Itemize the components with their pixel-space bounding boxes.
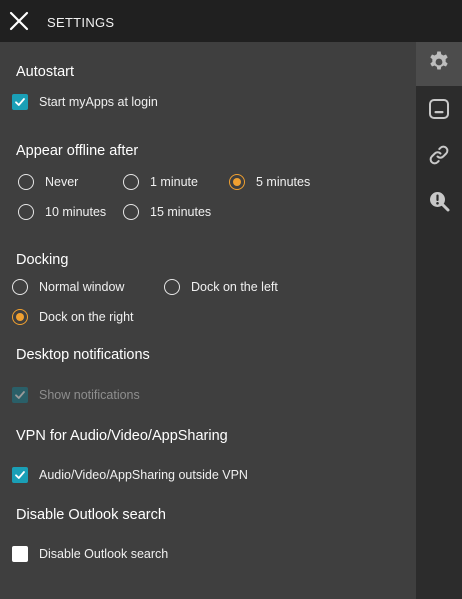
offline-option-never[interactable]: Never — [18, 174, 78, 190]
title-bar: SETTINGS — [0, 0, 462, 42]
docking-option-normal-window[interactable]: Normal window — [12, 279, 124, 295]
sidebar-item-settings[interactable] — [416, 42, 462, 86]
chat-window-icon — [427, 97, 451, 126]
settings-sidebar — [416, 42, 462, 599]
checkbox-unchecked-icon — [12, 546, 28, 562]
show-notifications-label: Show notifications — [39, 388, 140, 402]
docking-option-dock-left[interactable]: Dock on the left — [164, 279, 278, 295]
radio-icon — [164, 279, 180, 295]
checkbox-checked-icon — [12, 467, 28, 483]
search-info-icon — [427, 189, 451, 218]
radio-icon — [123, 204, 139, 220]
radio-selected-icon — [12, 309, 28, 325]
desktop-notifications-heading: Desktop notifications — [16, 347, 150, 363]
show-notifications-checkbox: Show notifications — [12, 387, 140, 403]
offline-option-10-minutes[interactable]: 10 minutes — [18, 204, 106, 220]
appear-offline-heading: Appear offline after — [16, 143, 139, 159]
offline-option-15-minutes[interactable]: 15 minutes — [123, 204, 211, 220]
sidebar-item-links[interactable] — [416, 135, 462, 179]
start-at-login-checkbox[interactable]: Start myApps at login — [12, 94, 158, 110]
docking-option-label: Dock on the left — [191, 280, 278, 294]
av-outside-vpn-checkbox[interactable]: Audio/Video/AppSharing outside VPN — [12, 467, 248, 483]
start-at-login-label: Start myApps at login — [39, 95, 158, 109]
checkbox-checked-icon — [12, 94, 28, 110]
sidebar-item-search-info[interactable] — [416, 181, 462, 225]
checkbox-checked-icon — [12, 387, 28, 403]
gear-icon — [427, 50, 451, 79]
offline-option-1-minute[interactable]: 1 minute — [123, 174, 198, 190]
docking-option-label: Normal window — [39, 280, 125, 294]
radio-selected-icon — [229, 174, 245, 190]
disable-outlook-search-label: Disable Outlook search — [39, 547, 169, 561]
docking-heading: Docking — [16, 252, 69, 268]
offline-option-5-minutes[interactable]: 5 minutes — [229, 174, 310, 190]
close-icon[interactable] — [8, 10, 30, 32]
radio-icon — [18, 204, 34, 220]
radio-icon — [18, 174, 34, 190]
link-icon — [427, 143, 451, 172]
settings-panel: Autostart Start myApps at login Appear o… — [0, 42, 416, 599]
disable-outlook-heading: Disable Outlook search — [16, 507, 166, 523]
offline-option-label: 15 minutes — [150, 205, 212, 219]
offline-option-label: 5 minutes — [256, 175, 311, 189]
autostart-heading: Autostart — [16, 64, 75, 80]
offline-option-label: 1 minute — [150, 175, 198, 189]
av-outside-vpn-label: Audio/Video/AppSharing outside VPN — [39, 468, 248, 482]
docking-option-dock-right[interactable]: Dock on the right — [12, 309, 134, 325]
offline-option-label: Never — [45, 175, 79, 189]
docking-option-label: Dock on the right — [39, 310, 134, 324]
disable-outlook-search-checkbox[interactable]: Disable Outlook search — [12, 546, 168, 562]
vpn-heading: VPN for Audio/Video/AppSharing — [16, 428, 228, 444]
offline-option-label: 10 minutes — [45, 205, 107, 219]
radio-icon — [123, 174, 139, 190]
sidebar-item-chat[interactable] — [416, 89, 462, 133]
window-title: SETTINGS — [47, 15, 115, 30]
radio-icon — [12, 279, 28, 295]
